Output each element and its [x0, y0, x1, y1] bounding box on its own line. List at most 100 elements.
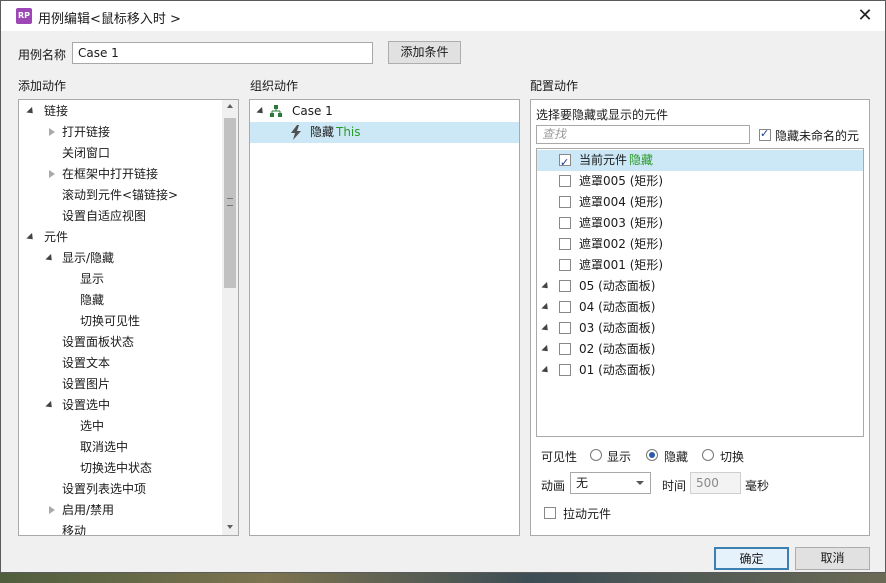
use-case-editor-dialog: RP 用例编辑<鼠标移入时 > ✕ 用例名称 Case 1 添加条件 添加动作 … [0, 0, 886, 573]
widget-label: 遮罩001 (矩形) [579, 258, 664, 272]
expanded-arrow-icon [45, 253, 55, 264]
ok-button[interactable]: 确定 [714, 547, 789, 570]
tree-node-links[interactable]: 链接 [19, 101, 222, 122]
widget-label: 04 (动态面板) [579, 300, 656, 314]
widget-checkbox[interactable] [559, 196, 571, 208]
widget-checkbox[interactable] [559, 152, 571, 173]
scrollbar-thumb[interactable] [224, 118, 236, 288]
animation-select[interactable]: 无 [570, 472, 651, 494]
vertical-scrollbar[interactable] [222, 100, 238, 535]
tree-node-toggle-visibility[interactable]: 切换可见性 [80, 311, 140, 332]
expanded-arrow-icon[interactable] [541, 365, 551, 376]
add-condition-button[interactable]: 添加条件 [388, 41, 461, 64]
widget-row-expandable[interactable]: 05 (动态面板) [537, 276, 863, 297]
chevron-down-icon [636, 481, 644, 485]
tree-node-open-in-frame[interactable]: 在框架中打开链接 [19, 164, 222, 185]
widget-checkbox[interactable] [559, 175, 571, 187]
tree-node-widgets[interactable]: 元件 [19, 227, 222, 248]
tree-node-label: 启用/禁用 [62, 503, 115, 517]
tree-node-hide[interactable]: 隐藏 [80, 290, 104, 311]
expanded-arrow-icon [256, 106, 266, 117]
widget-checkbox[interactable] [559, 217, 571, 229]
widget-row[interactable]: 遮罩004 (矩形) [537, 192, 863, 213]
widget-checkbox[interactable] [559, 259, 571, 271]
widget-label: 遮罩002 (矩形) [579, 237, 664, 251]
case-node[interactable]: Case 1 [250, 101, 519, 122]
tree-node-scroll-to[interactable]: 滚动到元件<锚链接> [62, 185, 178, 206]
tree-node-show-hide[interactable]: 显示/隐藏 [19, 248, 222, 269]
case-name-input[interactable]: Case 1 [72, 42, 373, 64]
widget-row[interactable]: 遮罩001 (矩形) [537, 255, 863, 276]
collapsed-arrow-icon [49, 128, 55, 136]
expanded-arrow-icon[interactable] [541, 344, 551, 355]
tree-node-close-window[interactable]: 关闭窗口 [62, 143, 110, 164]
tree-node-label: 在框架中打开链接 [62, 167, 159, 181]
widget-label: 02 (动态面板) [579, 342, 656, 356]
widget-row-expandable[interactable]: 03 (动态面板) [537, 318, 863, 339]
visibility-toggle-radio[interactable] [702, 449, 714, 461]
tree-node-list-selected[interactable]: 设置列表选中项 [62, 479, 146, 500]
widget-checkbox[interactable] [559, 322, 571, 334]
configure-subheader: 选择要隐藏或显示的元件 [536, 108, 669, 122]
tree-node-adaptive-view[interactable]: 设置自适应视图 [62, 206, 146, 227]
cancel-button[interactable]: 取消 [795, 547, 870, 570]
hide-unnamed-label: 隐藏未命名的元 [775, 129, 860, 143]
animation-label: 动画 [541, 479, 566, 493]
animation-select-value: 无 [576, 476, 589, 490]
tree-node-move[interactable]: 移动 [62, 521, 86, 535]
pull-widget-label: 拉动元件 [563, 507, 612, 521]
widget-row-expandable[interactable]: 01 (动态面板) [537, 360, 863, 381]
widget-checkbox[interactable] [559, 238, 571, 250]
expanded-arrow-icon[interactable] [541, 323, 551, 334]
widget-row[interactable]: 遮罩002 (矩形) [537, 234, 863, 255]
widget-list: 当前元件 隐藏 遮罩005 (矩形) 遮罩004 (矩形) 遮罩003 (矩形)… [536, 148, 864, 437]
collapsed-arrow-icon [49, 170, 55, 178]
tree-node-select[interactable]: 选中 [80, 416, 104, 437]
scroll-up-arrow-icon[interactable] [227, 104, 233, 108]
tree-node-set-image[interactable]: 设置图片 [62, 374, 110, 395]
pull-widget-checkbox[interactable] [544, 507, 556, 519]
action-node-hide-this[interactable]: 隐藏 This [250, 122, 519, 143]
add-actions-tree: 链接 打开链接 关闭窗口 在框架中打开链接 滚动到元件<锚链接> 设置自适应视图… [18, 99, 239, 536]
tree-node-label: 元件 [44, 230, 69, 244]
configure-actions-panel: 选择要隐藏或显示的元件 查找 隐藏未命名的元 当前元件 隐藏 遮罩005 (矩形… [530, 99, 870, 536]
widget-row-current[interactable]: 当前元件 隐藏 [537, 150, 863, 173]
widget-checkbox[interactable] [559, 364, 571, 376]
scroll-down-arrow-icon[interactable] [227, 525, 233, 529]
expanded-arrow-icon[interactable] [541, 302, 551, 313]
widget-row[interactable]: 遮罩003 (矩形) [537, 213, 863, 234]
organize-actions-header: 组织动作 [250, 79, 299, 93]
widget-label: 03 (动态面板) [579, 321, 656, 335]
visibility-label: 可见性 [541, 450, 578, 464]
widget-label: 遮罩005 (矩形) [579, 174, 664, 188]
visibility-show-radio[interactable] [590, 449, 602, 461]
case-name-label: 用例名称 [18, 48, 67, 62]
widget-row-expandable[interactable]: 02 (动态面板) [537, 339, 863, 360]
axure-app-icon: RP [16, 8, 32, 24]
tree-node-toggle-selected[interactable]: 切换选中状态 [80, 458, 152, 479]
visibility-hide-radio[interactable] [646, 449, 658, 461]
tree-node-enable-disable[interactable]: 启用/禁用 [19, 500, 222, 521]
tree-node-open-link[interactable]: 打开链接 [19, 122, 222, 143]
widget-checkbox[interactable] [559, 343, 571, 355]
tree-node-show[interactable]: 显示 [80, 269, 104, 290]
close-icon[interactable]: ✕ [853, 4, 877, 28]
tree-node-deselect[interactable]: 取消选中 [80, 437, 128, 458]
configure-actions-header: 配置动作 [530, 79, 579, 93]
widget-checkbox[interactable] [559, 301, 571, 313]
action-verb: 隐藏 [310, 125, 335, 139]
widget-checkbox[interactable] [559, 280, 571, 292]
visibility-hide-label: 隐藏 [664, 450, 689, 464]
tree-node-panel-state[interactable]: 设置面板状态 [62, 332, 134, 353]
tree-node-set-text[interactable]: 设置文本 [62, 353, 110, 374]
time-input[interactable]: 500 [690, 472, 741, 494]
tree-node-set-selected[interactable]: 设置选中 [19, 395, 222, 416]
case-label: Case 1 [292, 104, 333, 118]
widget-search-input[interactable]: 查找 [536, 125, 750, 144]
widget-label: 05 (动态面板) [579, 279, 656, 293]
widget-row[interactable]: 遮罩005 (矩形) [537, 171, 863, 192]
expanded-arrow-icon[interactable] [541, 281, 551, 292]
widget-row-expandable[interactable]: 04 (动态面板) [537, 297, 863, 318]
widget-label: 遮罩004 (矩形) [579, 195, 664, 209]
hide-unnamed-checkbox[interactable] [759, 127, 771, 141]
